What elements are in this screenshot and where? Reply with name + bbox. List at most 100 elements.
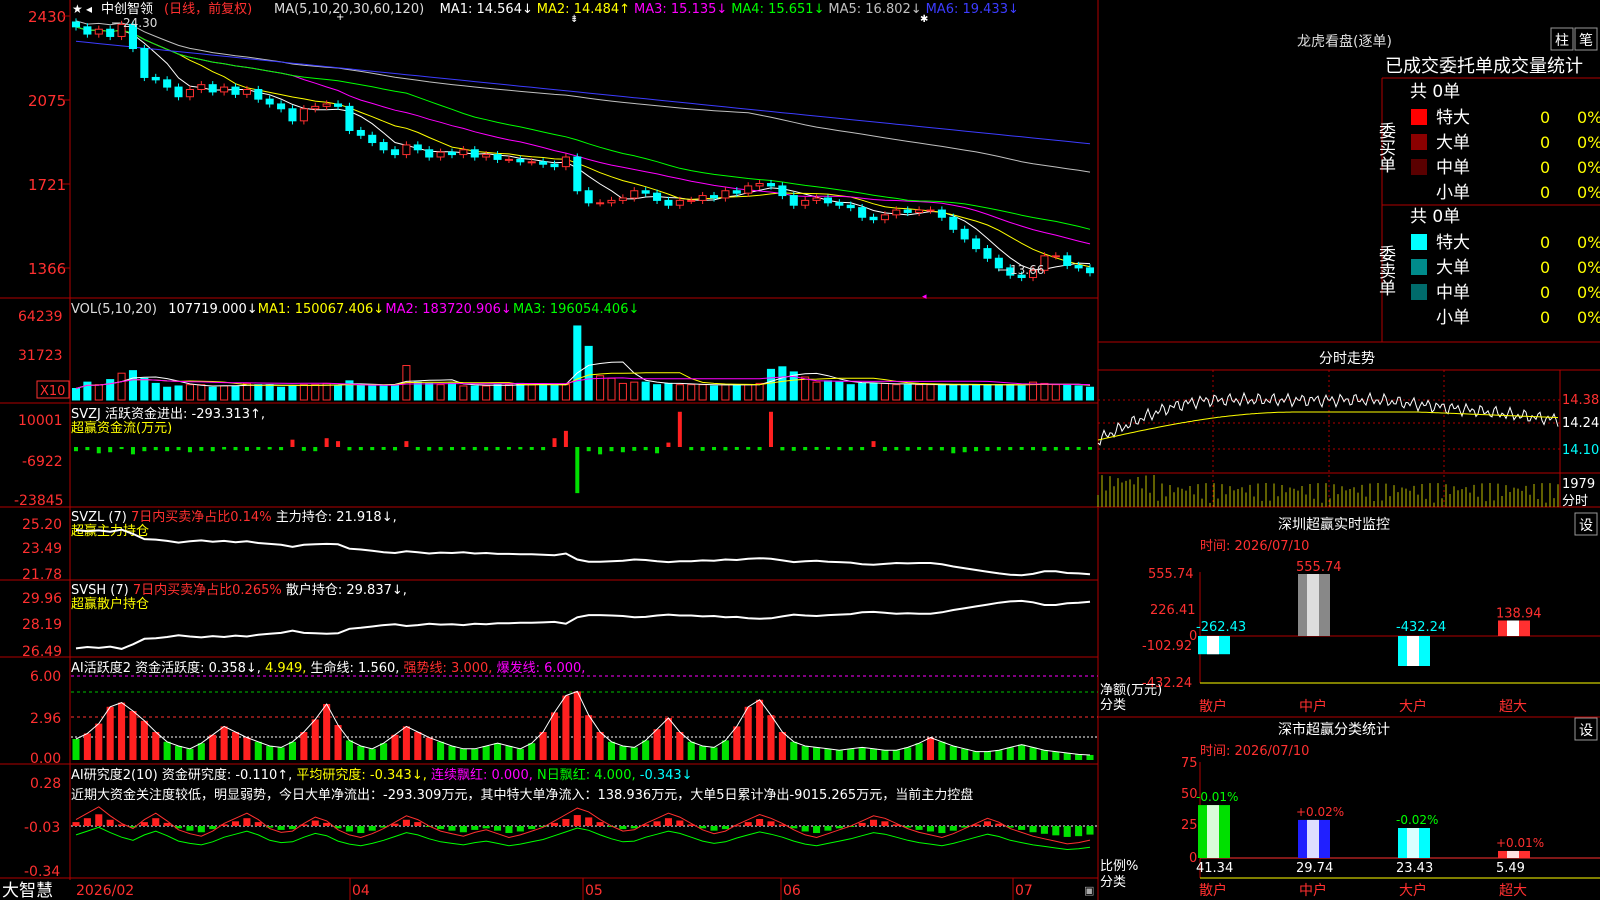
fund-flow-bar bbox=[871, 441, 876, 447]
brand-label: 大智慧 bbox=[2, 881, 53, 900]
svg-text:AI活跃度2 资金活跃度: 0.358↓, 4.949, 生: AI活跃度2 资金活跃度: 0.358↓, 4.949, 生命线: 1.560,… bbox=[71, 660, 585, 676]
research-bar bbox=[801, 826, 809, 832]
activity-bar bbox=[961, 748, 969, 760]
research-bar bbox=[288, 826, 297, 830]
fund-flow-bar bbox=[415, 447, 420, 451]
candle-body bbox=[1074, 264, 1083, 269]
volume-bar bbox=[732, 384, 741, 401]
fund-flow-bar bbox=[552, 438, 557, 447]
research-bar bbox=[357, 826, 365, 834]
svsh-tick: 28.19 bbox=[22, 617, 62, 633]
activity-bar bbox=[710, 747, 718, 760]
candle-body bbox=[618, 197, 627, 201]
volume-bar bbox=[972, 384, 981, 401]
chevron-left-icon[interactable]: ◂ bbox=[86, 2, 92, 16]
sz-monitor-xlabel: 分类 bbox=[1100, 698, 1126, 713]
vol-bars bbox=[71, 325, 1095, 401]
ma-line bbox=[75, 40, 1091, 145]
research-bar bbox=[585, 817, 593, 826]
fund-flow-bar bbox=[130, 447, 135, 455]
proportion-value: 29.74 bbox=[1296, 861, 1333, 876]
sell-side-label: 委卖单 bbox=[1375, 245, 1396, 296]
activity-bar bbox=[607, 741, 616, 760]
research-bar bbox=[402, 819, 410, 826]
sz-monitor-settings-label[interactable]: 设 bbox=[1579, 518, 1593, 534]
volume-bar bbox=[277, 386, 286, 401]
svsh-line bbox=[75, 599, 1091, 650]
candle-body bbox=[915, 209, 924, 213]
candle-body bbox=[721, 190, 730, 199]
row-name: 小单 bbox=[1436, 183, 1470, 203]
bar-view-label[interactable]: 柱 bbox=[1555, 33, 1569, 49]
activity-bar bbox=[562, 695, 570, 760]
proportion-bar-highlight bbox=[1507, 850, 1519, 858]
activity-bar bbox=[687, 741, 695, 760]
volume-bar bbox=[994, 384, 1003, 401]
activity-bar bbox=[380, 743, 388, 760]
intraday-tick: 14.38 bbox=[1562, 393, 1599, 408]
activity-bar bbox=[972, 751, 980, 760]
volume-bar bbox=[527, 384, 536, 401]
volume-bar bbox=[94, 384, 103, 401]
fund-flow-bar bbox=[290, 439, 295, 447]
activity-bar bbox=[892, 750, 900, 760]
research-bar bbox=[869, 819, 878, 826]
fund-flow-bar bbox=[324, 438, 329, 447]
candle-body bbox=[527, 161, 536, 164]
fund-flow-bar bbox=[985, 447, 990, 451]
candle-body bbox=[402, 144, 411, 156]
fund-flow-bar bbox=[620, 447, 625, 453]
svzj-tick: -23845 bbox=[14, 493, 64, 509]
candle-body bbox=[789, 195, 798, 206]
activity-bar bbox=[471, 748, 479, 760]
fund-flow-bar bbox=[165, 447, 170, 452]
ai-research-comment: 近期大资金关注度较低，明显弱势，今日大单净流出：-293.309万元，其中特大单… bbox=[71, 787, 973, 803]
ai-active-tick: 0.00 bbox=[30, 751, 61, 767]
volume-bar bbox=[163, 386, 172, 401]
fund-flow-bar bbox=[518, 447, 523, 450]
ai-active-tick: 6.00 bbox=[30, 669, 61, 685]
candle-body bbox=[937, 209, 946, 218]
candle-body bbox=[379, 142, 388, 151]
row-value: 0 bbox=[1540, 233, 1550, 252]
lock-icon[interactable]: ▣ bbox=[1084, 884, 1094, 897]
volume-bar bbox=[653, 384, 662, 401]
research-bar bbox=[471, 826, 479, 830]
activity-bar bbox=[813, 747, 821, 760]
vol-tick: 31723 bbox=[18, 348, 63, 364]
volume-bar bbox=[516, 382, 525, 401]
volume-bar bbox=[641, 381, 650, 401]
research-bar bbox=[197, 826, 205, 833]
star-icon[interactable]: ★ bbox=[72, 2, 83, 16]
candle-body bbox=[698, 195, 707, 201]
candle-body bbox=[83, 26, 92, 35]
legend-item: VOL(5,10,20) bbox=[71, 302, 157, 317]
fund-flow-bar bbox=[939, 447, 944, 451]
research-bar bbox=[494, 826, 502, 831]
activity-bar bbox=[1040, 750, 1048, 760]
fund-flow-bar bbox=[199, 447, 204, 451]
fund-flow-bar bbox=[506, 447, 511, 450]
volume-bar bbox=[470, 385, 479, 401]
volume-bar bbox=[915, 384, 924, 401]
sz-class-settings-label[interactable]: 设 bbox=[1579, 723, 1593, 739]
fund-flow-bar bbox=[837, 447, 842, 451]
volume-bar bbox=[1040, 382, 1049, 401]
ai-research-legend-b: 平均研究度: -0.343↓, bbox=[296, 767, 426, 783]
vol-ma-lines bbox=[75, 361, 1091, 389]
fund-flow-bar bbox=[449, 447, 454, 451]
proportion-bar-highlight bbox=[1307, 819, 1319, 858]
fund-flow-bar bbox=[461, 447, 466, 450]
research-bar bbox=[209, 826, 217, 830]
volume-bar bbox=[425, 382, 434, 401]
activity-bar bbox=[186, 748, 194, 760]
fund-flow-bar bbox=[768, 411, 773, 447]
volume-bar bbox=[630, 381, 639, 401]
candle-body bbox=[801, 199, 810, 206]
event-marker-icon: + bbox=[336, 12, 344, 23]
candle-body bbox=[983, 248, 992, 259]
research-bar bbox=[505, 826, 513, 834]
order-view-label[interactable]: 笔 bbox=[1579, 33, 1593, 49]
volume-bar bbox=[698, 384, 707, 401]
ai-active-tick: 2.96 bbox=[30, 711, 61, 727]
